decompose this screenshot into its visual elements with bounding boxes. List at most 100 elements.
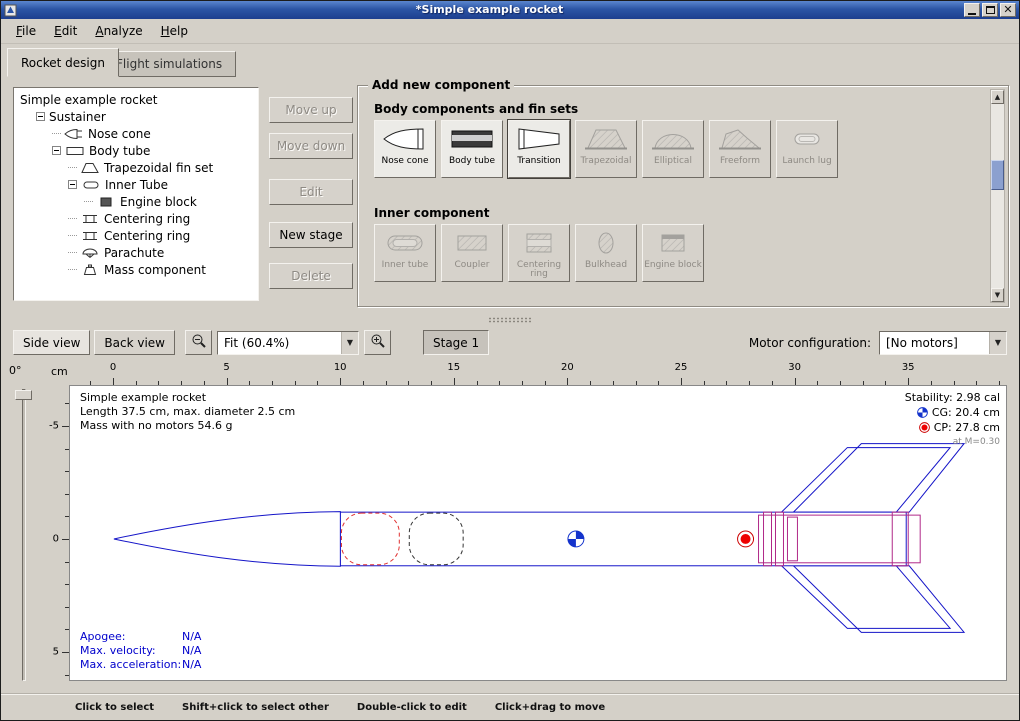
add-engine-block-button[interactable]: Engine block <box>642 224 704 282</box>
menu-edit[interactable]: Edit <box>45 20 86 42</box>
tree-item-nose-cone[interactable]: Nose cone <box>14 125 258 142</box>
tree-item-label: Parachute <box>104 246 164 260</box>
tree-item-label: Nose cone <box>88 127 151 141</box>
rocket-canvas[interactable]: Simple example rocket Length 37.5 cm, ma… <box>69 385 1007 681</box>
move-up-button[interactable]: Move up <box>269 97 353 123</box>
move-down-button[interactable]: Move down <box>269 133 353 159</box>
zoom-combo-value: Fit (60.4%) <box>218 336 341 350</box>
title-bar[interactable]: *Simple example rocket ✕ <box>1 1 1019 19</box>
tree-item-rocket[interactable]: Simple example rocket <box>14 91 258 108</box>
body-component-buttons: Nose cone Body tube Transition <box>374 120 838 178</box>
maximize-icon <box>986 6 995 14</box>
add-freeform-fin-button[interactable]: Freeform <box>709 120 771 178</box>
button-label: Elliptical <box>654 157 692 166</box>
splitter-handle-icon[interactable] <box>488 317 532 323</box>
button-label: Engine block <box>644 261 702 270</box>
add-centering-ring-button[interactable]: Centering ring <box>508 224 570 282</box>
tree-connector <box>68 269 77 270</box>
delete-button[interactable]: Delete <box>269 263 353 289</box>
minimize-button[interactable] <box>964 3 980 17</box>
ruler-tick <box>113 378 114 385</box>
trapezoidal-fin-icon <box>80 162 100 174</box>
new-stage-button[interactable]: New stage <box>269 222 353 248</box>
tab-rocket-design[interactable]: Rocket design <box>7 48 119 77</box>
add-trapezoidal-fin-button[interactable]: Trapezoidal <box>575 120 637 178</box>
fin-outline <box>793 444 964 513</box>
tree-item-parachute[interactable]: Parachute <box>14 244 258 261</box>
menu-help[interactable]: Help <box>152 20 197 42</box>
menu-analyze[interactable]: Analyze <box>86 20 151 42</box>
tree-connector <box>68 218 77 219</box>
hint-shift-click: Shift+click to select other <box>182 702 329 713</box>
collapse-icon[interactable] <box>36 112 45 121</box>
tree-item-inner-tube[interactable]: Inner Tube <box>14 176 258 193</box>
tree-item-engine-block[interactable]: Engine block <box>14 193 258 210</box>
close-icon: ✕ <box>1003 5 1012 15</box>
ruler-label: 30 <box>788 362 801 373</box>
stage-1-toggle[interactable]: Stage 1 <box>423 330 489 355</box>
tree-item-centering-ring-2[interactable]: Centering ring <box>14 227 258 244</box>
add-nose-cone-button[interactable]: Nose cone <box>374 120 436 178</box>
close-button[interactable]: ✕ <box>1000 3 1016 17</box>
max-velocity-row: Max. velocity:N/A <box>80 644 201 658</box>
add-transition-button[interactable]: Transition <box>508 120 570 178</box>
tree-connector <box>68 167 77 168</box>
zoom-out-button[interactable] <box>185 330 212 355</box>
button-label: Freeform <box>720 157 760 166</box>
tree-item-centering-ring-1[interactable]: Centering ring <box>14 210 258 227</box>
add-bulkhead-button[interactable]: Bulkhead <box>575 224 637 282</box>
zoom-combo[interactable]: Fit (60.4%) ▼ <box>217 331 359 355</box>
component-scrollbar[interactable]: ▲ ▼ <box>990 89 1005 303</box>
body-tube-icon <box>65 145 85 157</box>
group-title: Add new component <box>368 78 514 92</box>
add-coupler-button[interactable]: Coupler <box>441 224 503 282</box>
tree-item-fin-set[interactable]: Trapezoidal fin set <box>14 159 258 176</box>
motor-configuration-combo[interactable]: [No motors] ▼ <box>879 331 1007 355</box>
centering-ring-icon <box>80 213 100 225</box>
app-icon <box>4 4 17 17</box>
zoom-in-button[interactable] <box>364 330 391 355</box>
max-acceleration-label: Max. acceleration: <box>80 658 182 672</box>
zoom-out-icon <box>191 333 207 352</box>
side-view-button[interactable]: Side view <box>13 330 90 355</box>
inner-tube-icon <box>382 228 428 258</box>
tree-item-label: Inner Tube <box>105 178 168 192</box>
scrollbar-thumb[interactable] <box>991 160 1004 190</box>
menu-file[interactable]: File <box>7 20 45 42</box>
tree-item-mass-component[interactable]: Mass component <box>14 261 258 278</box>
edit-button[interactable]: Edit <box>269 179 353 205</box>
panel-splitter[interactable] <box>1 313 1019 326</box>
ruler-label: 25 <box>675 362 688 373</box>
nose-cone-outline <box>114 512 341 567</box>
ruler-label: 20 <box>561 362 574 373</box>
ruler-tick <box>454 378 455 385</box>
rotation-slider[interactable] <box>22 389 26 681</box>
body-section-label: Body components and fin sets <box>374 102 578 116</box>
add-elliptical-fin-button[interactable]: Elliptical <box>642 120 704 178</box>
menu-bar: File Edit Analyze Help <box>1 19 1019 44</box>
tab-flight-simulations[interactable]: Flight simulations <box>102 51 236 77</box>
maximize-button[interactable] <box>982 3 998 17</box>
fin-outline <box>793 566 964 633</box>
collapse-icon[interactable] <box>68 180 77 189</box>
add-inner-tube-button[interactable]: Inner tube <box>374 224 436 282</box>
add-body-tube-button[interactable]: Body tube <box>441 120 503 178</box>
main-window: *Simple example rocket ✕ File Edit Analy… <box>0 0 1020 721</box>
chevron-down-icon[interactable]: ▼ <box>341 332 358 354</box>
rotation-slider-handle[interactable] <box>15 390 32 400</box>
ruler-tick <box>681 378 682 385</box>
rocket-dimensions: Length 37.5 cm, max. diameter 2.5 cm <box>80 405 295 419</box>
tree-item-body-tube[interactable]: Body tube <box>14 142 258 159</box>
collapse-icon[interactable] <box>52 146 61 155</box>
add-launch-lug-button[interactable]: Launch lug <box>776 120 838 178</box>
button-label: Trapezoidal <box>580 157 631 166</box>
back-view-button[interactable]: Back view <box>94 330 175 355</box>
tree-item-sustainer[interactable]: Sustainer <box>14 108 258 125</box>
chevron-down-icon[interactable]: ▼ <box>989 332 1006 354</box>
ruler-label: -5 <box>49 421 59 432</box>
scroll-down-icon[interactable]: ▼ <box>991 288 1004 302</box>
component-tree[interactable]: Simple example rocket Sustainer Nose con… <box>13 87 259 301</box>
scroll-up-icon[interactable]: ▲ <box>991 90 1004 104</box>
stability-value: Stability: 2.98 cal <box>905 390 1000 405</box>
ruler-tick <box>795 378 796 385</box>
